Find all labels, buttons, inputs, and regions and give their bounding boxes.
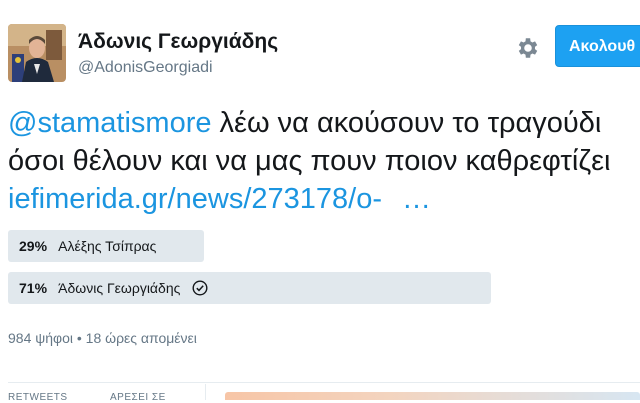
liker-avatars[interactable]: [225, 392, 640, 400]
likes-label[interactable]: ΑΡΕΣΕΙ ΣΕ: [110, 392, 166, 403]
profile-avatar[interactable]: [8, 24, 66, 82]
article-link[interactable]: iefimerida.gr/news/273178/o-: [8, 183, 382, 215]
poll-choice-label: Αλέξης Τσίπρας: [58, 238, 157, 254]
poll-choice-percent: 29%: [19, 238, 48, 254]
follow-button[interactable]: Ακολουθ: [555, 25, 640, 67]
poll-meta: 984 ψήφοι • 18 ώρες απομένει: [8, 330, 197, 346]
tweet-text: @stamatismore λέω να ακούσουν το τραγούδ…: [8, 104, 640, 218]
profile-name[interactable]: Άδωνις Γεωργιάδης: [78, 30, 278, 54]
tweet-line-1: @stamatismore λέω να ακούσουν το τραγούδ…: [8, 104, 640, 142]
profile-handle[interactable]: @AdonisGeorgiadi: [78, 59, 213, 77]
tweet-line-2: όσοι θέλουν και να μας πουν ποιον καθρεφ…: [8, 145, 611, 177]
user-avatar-photo: [8, 24, 66, 82]
poll-choice-label: Άδωνις Γεωργιάδης: [58, 280, 181, 296]
link-ellipsis: …: [401, 183, 431, 215]
mention-link[interactable]: @stamatismore: [8, 107, 211, 139]
tweet-line-1-text: λέω να ακούσουν το τραγούδι: [211, 107, 602, 139]
stats-separator: [205, 384, 206, 400]
poll-choice-1: 29% Αλέξης Τσίπρας: [8, 230, 204, 262]
retweets-label[interactable]: RETWEETS: [8, 392, 68, 403]
poll-choice-percent: 71%: [19, 280, 48, 296]
poll-choice-2: 71% Άδωνις Γεωργιάδης: [8, 272, 491, 304]
tweet-line-3: iefimerida.gr/news/273178/o- …: [8, 180, 640, 218]
check-circle-icon: [192, 280, 208, 296]
stats-divider: [8, 382, 640, 383]
gear-icon[interactable]: [515, 35, 541, 61]
